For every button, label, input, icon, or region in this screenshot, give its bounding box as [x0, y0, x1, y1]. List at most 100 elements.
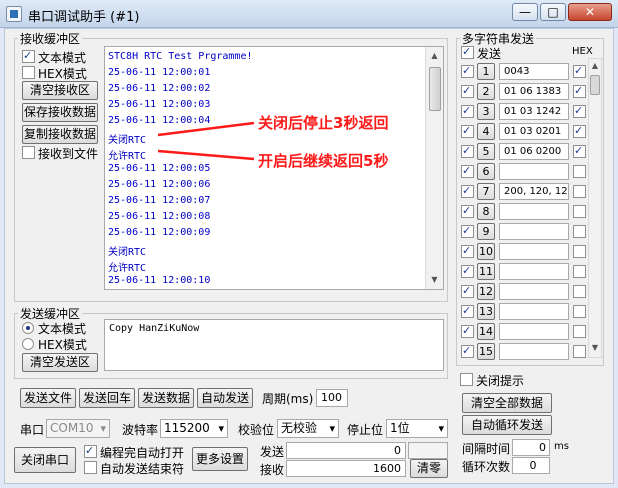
multi-scrollbar[interactable]: ▲ ▼: [588, 58, 602, 358]
minimize-button[interactable]: —: [512, 3, 538, 21]
multi-row-send-button[interactable]: 13: [477, 303, 495, 320]
multi-row-checkbox[interactable]: [461, 324, 474, 338]
copy-receive-button[interactable]: 复制接收数据: [22, 125, 98, 144]
multi-row-checkbox[interactable]: [461, 184, 474, 198]
clear-send-button[interactable]: 清空发送区: [22, 353, 98, 372]
send-data-button[interactable]: 发送数据: [138, 388, 194, 408]
multi-row-hex-checkbox[interactable]: [573, 84, 586, 98]
multi-row-checkbox[interactable]: [461, 64, 474, 78]
multi-row-checkbox[interactable]: [461, 284, 474, 298]
receive-text-mode-checkbox[interactable]: [22, 49, 35, 63]
send-textarea[interactable]: Copy HanZiKuNow: [104, 319, 444, 371]
multi-row-send-button[interactable]: 8: [477, 203, 495, 220]
multi-row-hex-checkbox[interactable]: [573, 225, 586, 238]
multi-row-input[interactable]: [499, 223, 569, 240]
receive-hex-mode-checkbox[interactable]: [22, 66, 35, 79]
clear-count-button[interactable]: 清零: [410, 459, 448, 478]
multi-row-send-button[interactable]: 4: [477, 123, 495, 140]
multi-row-send-button[interactable]: 7: [477, 183, 495, 200]
multi-row-hex-checkbox[interactable]: [573, 124, 586, 138]
multi-row-send-button[interactable]: 3: [477, 103, 495, 120]
multi-row-checkbox[interactable]: [461, 264, 474, 278]
clear-all-button[interactable]: 清空全部数据: [462, 393, 552, 413]
multi-row-hex-checkbox[interactable]: [573, 144, 586, 158]
stop-bits-select[interactable]: 1位: [386, 419, 448, 438]
auto-send-end-checkbox[interactable]: [84, 461, 97, 474]
multi-row-input[interactable]: [499, 283, 569, 300]
baud-select[interactable]: 115200: [160, 419, 228, 438]
multi-row-checkbox[interactable]: [461, 104, 474, 118]
multi-row-checkbox[interactable]: [461, 144, 474, 158]
multi-row-input[interactable]: [499, 323, 569, 340]
multi-row-hex-checkbox[interactable]: [573, 185, 586, 198]
multi-row-hex-checkbox[interactable]: [573, 245, 586, 258]
interval-input[interactable]: 0: [512, 439, 550, 456]
send-text-mode-radio[interactable]: [22, 322, 34, 334]
close-tip-checkbox[interactable]: [460, 373, 473, 386]
multi-scroll-thumb[interactable]: [590, 75, 600, 95]
multi-row-hex-checkbox[interactable]: [573, 104, 586, 118]
multi-row-hex-checkbox[interactable]: [573, 64, 586, 78]
multi-row-hex-checkbox[interactable]: [573, 325, 586, 338]
multi-row-checkbox[interactable]: [461, 204, 474, 218]
multi-row-checkbox[interactable]: [461, 224, 474, 238]
multi-row-send-button[interactable]: 14: [477, 323, 495, 340]
period-input[interactable]: 100: [316, 389, 348, 407]
multi-send-all-checkbox[interactable]: [461, 45, 474, 59]
multi-row-send-button[interactable]: 12: [477, 283, 495, 300]
more-settings-button[interactable]: 更多设置: [192, 447, 248, 471]
multi-row-input[interactable]: 200, 120, 120: [499, 183, 569, 200]
receive-to-file-checkbox[interactable]: [22, 146, 35, 159]
multi-row-input[interactable]: 01 06 1383: [499, 83, 569, 100]
multi-row-input[interactable]: [499, 163, 569, 180]
scroll-up-arrow-icon[interactable]: ▲: [428, 49, 441, 62]
multi-row-input[interactable]: [499, 203, 569, 220]
multi-row-hex-checkbox[interactable]: [573, 265, 586, 278]
loop-count-input[interactable]: 0: [512, 457, 550, 474]
multi-row-input[interactable]: 01 03 0201: [499, 123, 569, 140]
scroll-down-arrow-icon[interactable]: ▼: [428, 273, 441, 286]
auto-send-button[interactable]: 自动发送: [197, 388, 253, 408]
title-bar[interactable]: 串口调试助手 (#1) — □ ✕: [0, 0, 618, 28]
multi-scroll-down-icon[interactable]: ▼: [589, 343, 601, 352]
multi-row-send-button[interactable]: 10: [477, 243, 495, 260]
receive-scroll-thumb[interactable]: [429, 67, 441, 111]
multi-row-input[interactable]: [499, 343, 569, 360]
multi-row-send-button[interactable]: 5: [477, 143, 495, 160]
multi-row-checkbox[interactable]: [461, 124, 474, 138]
multi-row-hex-checkbox[interactable]: [573, 205, 586, 218]
multi-row-send-button[interactable]: 15: [477, 343, 495, 360]
multi-row-checkbox[interactable]: [461, 164, 474, 178]
auto-open-checkbox[interactable]: [84, 444, 97, 458]
multi-row-send-button[interactable]: 6: [477, 163, 495, 180]
multi-row-input[interactable]: [499, 263, 569, 280]
multi-row-send-button[interactable]: 11: [477, 263, 495, 280]
close-port-button[interactable]: 关闭串口: [14, 447, 76, 473]
multi-scroll-up-icon[interactable]: ▲: [589, 61, 601, 70]
multi-row-hex-checkbox[interactable]: [573, 305, 586, 318]
multi-row-input[interactable]: [499, 303, 569, 320]
multi-row-input[interactable]: 01 06 0200: [499, 143, 569, 160]
multi-row-send-button[interactable]: 9: [477, 223, 495, 240]
multi-row-send-button[interactable]: 2: [477, 83, 495, 100]
multi-row-checkbox[interactable]: [461, 84, 474, 98]
maximize-button[interactable]: □: [540, 3, 566, 21]
port-select[interactable]: COM10: [46, 419, 110, 438]
multi-row-hex-checkbox[interactable]: [573, 165, 586, 178]
auto-loop-send-button[interactable]: 自动循环发送: [462, 415, 552, 435]
send-return-button[interactable]: 发送回车: [79, 388, 135, 408]
close-window-button[interactable]: ✕: [568, 3, 612, 21]
multi-row-checkbox[interactable]: [461, 244, 474, 258]
multi-row-input[interactable]: [499, 243, 569, 260]
receive-scrollbar[interactable]: ▲ ▼: [425, 47, 443, 289]
multi-row-hex-checkbox[interactable]: [573, 345, 586, 358]
multi-row-checkbox[interactable]: [461, 344, 474, 358]
save-receive-button[interactable]: 保存接收数据: [22, 103, 98, 122]
multi-row-send-button[interactable]: 1: [477, 63, 495, 80]
clear-receive-button[interactable]: 清空接收区: [22, 81, 98, 100]
parity-select[interactable]: 无校验: [277, 419, 339, 438]
send-file-button[interactable]: 发送文件: [20, 388, 76, 408]
multi-row-input[interactable]: 01 03 1242: [499, 103, 569, 120]
multi-row-checkbox[interactable]: [461, 304, 474, 318]
multi-row-hex-checkbox[interactable]: [573, 285, 586, 298]
